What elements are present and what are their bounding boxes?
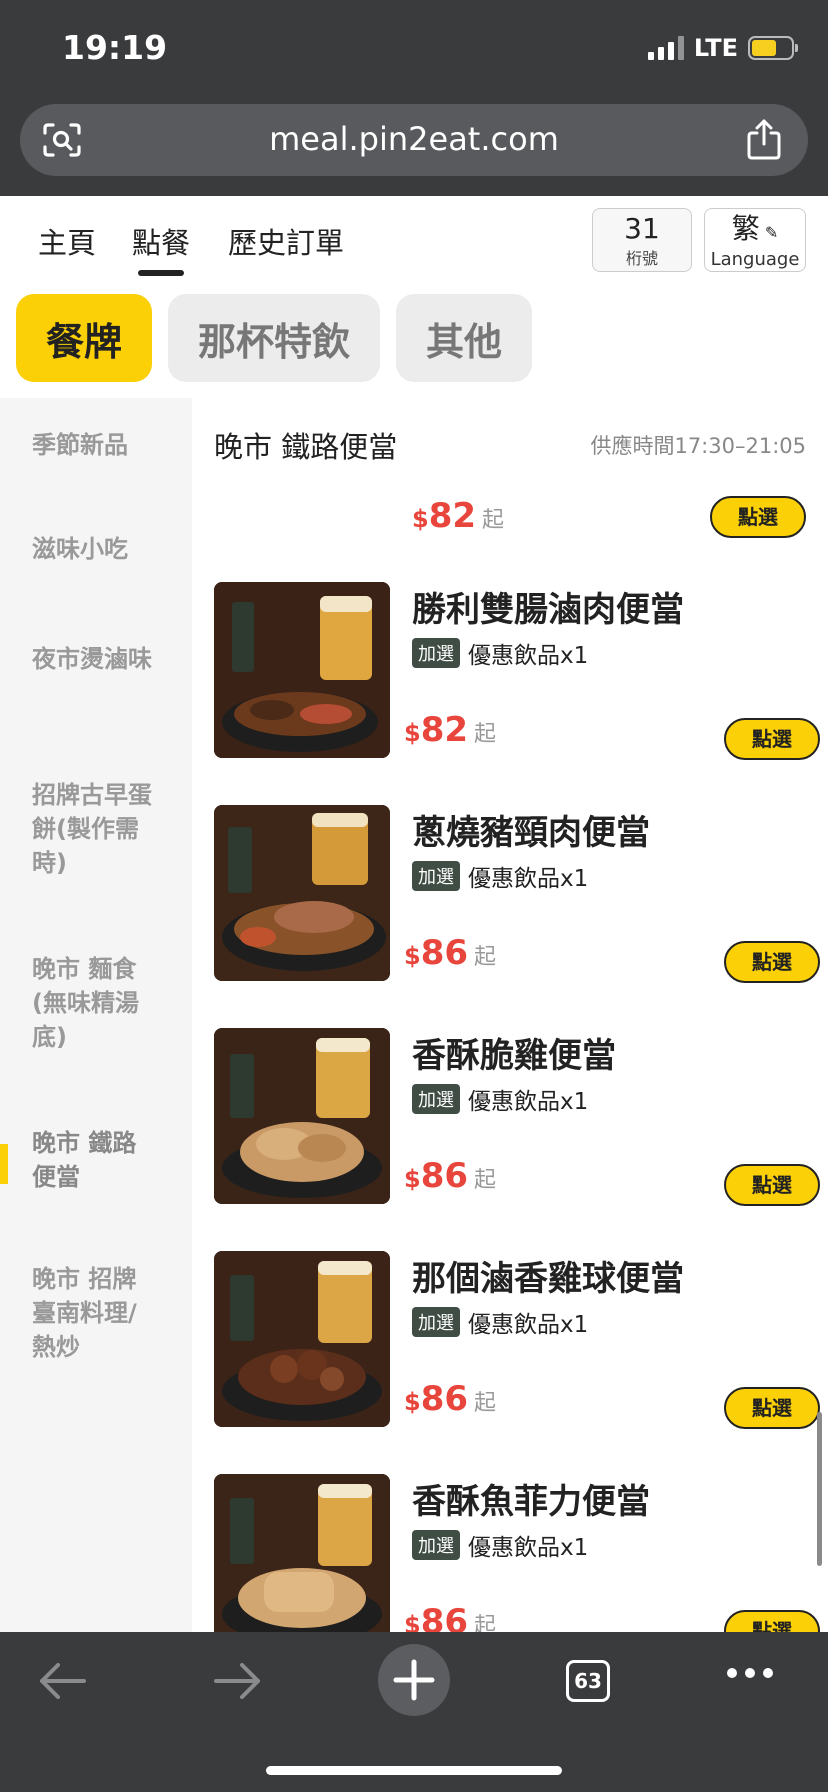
category-sidebar: 季節新品 滋味小吃 夜市燙滷味 招牌古早蛋餅(製作需時) 晚市 麵食(無味精湯底… [0,398,192,1632]
table-number-badge: 31 桁號 [592,208,692,272]
list-item[interactable]: 香酥脆雞便當 加選 優惠飲品x1 $86 起 點選 [214,1028,820,1208]
food-photo [214,1474,390,1632]
item-name: 勝利雙腸滷肉便當 [412,590,684,630]
addon-text: 優惠飲品x1 [468,1089,589,1115]
item-price: $86 起 [404,1379,497,1419]
item-addon: 加選 優惠飲品x1 [412,1305,588,1339]
addon-text: 優惠飲品x1 [468,643,589,669]
share-icon[interactable] [746,118,782,160]
sidebar-item-seasonal[interactable]: 季節新品 [32,428,152,462]
back-arrow-icon[interactable] [38,1658,88,1704]
pencil-icon: ✎ [759,223,779,242]
sidebar-item-tainan[interactable]: 晚市 招牌臺南料理/熱炒 [32,1262,152,1364]
list-item[interactable]: 勝利雙腸滷肉便當 加選 優惠飲品x1 $82 起 點選 [214,582,820,762]
select-button[interactable]: 點選 [724,718,820,760]
sidebar-item-night-market[interactable]: 夜市燙滷味 [32,642,152,676]
item-addon: 加選 優惠飲品x1 [412,1528,588,1562]
item-name: 香酥脆雞便當 [412,1036,616,1076]
sidebar-item-snacks[interactable]: 滋味小吃 [32,532,152,566]
status-time: 19:19 [62,28,168,67]
addon-text: 優惠飲品x1 [468,1535,589,1561]
sidebar-item-egg-pancake[interactable]: 招牌古早蛋餅(製作需時) [32,778,152,880]
item-price: $82 起 [404,710,497,750]
item-price: $86 起 [404,933,497,973]
food-photo [214,582,390,758]
addon-text: 優惠飲品x1 [468,1312,589,1338]
tab-switcher-button[interactable]: 63 [566,1660,610,1702]
forward-arrow-icon[interactable] [212,1658,262,1704]
plus-icon [393,1659,435,1701]
addon-tag: 加選 [412,861,460,891]
home-indicator [266,1766,562,1775]
section-title: 晚市 鐵路便當 [214,430,398,464]
item-name: 那個滷香雞球便當 [412,1259,684,1299]
signal-icon [647,36,684,60]
page-nav: 主頁 點餐 歷史訂單 31 桁號 繁 ✎ Language [0,196,828,286]
sidebar-active-indicator [0,1144,8,1184]
url-text[interactable]: meal.pin2eat.com [20,120,808,158]
list-item[interactable]: 蔥燒豬頸肉便當 加選 優惠飲品x1 $86 起 點選 [214,805,820,985]
addon-tag: 加選 [412,1307,460,1337]
category-other[interactable]: 其他 [396,294,533,382]
food-photo [214,805,390,981]
network-label: LTE [693,34,738,62]
tab-home[interactable]: 主頁 [38,220,96,262]
food-photo [214,1251,390,1427]
language-char: 繁 [731,212,760,245]
item-addon: 加選 優惠飲品x1 [412,636,588,670]
item-price: $82 起 [412,496,505,536]
select-button[interactable]: 點選 [710,496,806,538]
select-button[interactable]: 點選 [724,1610,820,1632]
addon-tag: 加選 [412,1084,460,1114]
addon-text: 優惠飲品x1 [468,866,589,892]
battery-icon [748,36,798,60]
addon-tag: 加選 [412,638,460,668]
new-tab-button[interactable] [378,1644,450,1716]
item-name: 蔥燒豬頸肉便當 [412,813,650,853]
table-number-label: 桁號 [625,249,658,268]
language-button[interactable]: 繁 ✎ Language [704,208,806,272]
browser-chrome-bottom: 63 [0,1632,828,1792]
list-item[interactable]: 香酥魚菲力便當 加選 優惠飲品x1 $86 起 點選 [214,1474,820,1632]
tab-order-history[interactable]: 歷史訂單 [228,220,344,262]
list-item[interactable]: 那個滷香雞球便當 加選 優惠飲品x1 $86 起 點選 [214,1251,820,1431]
food-photo [214,1028,390,1204]
sidebar-item-noodles[interactable]: 晚市 麵食(無味精湯底) [32,952,152,1054]
status-indicators: LTE [647,34,798,62]
more-icon[interactable] [726,1666,774,1680]
item-addon: 加選 優惠飲品x1 [412,859,588,893]
item-price: $86 起 [404,1602,497,1632]
language-label: Language [710,249,800,270]
select-button[interactable]: 點選 [724,1387,820,1429]
serving-time: 供應時間17:30–21:05 [590,434,806,458]
table-number: 31 [624,212,660,245]
item-name: 香酥魚菲力便當 [412,1482,650,1522]
category-drinks[interactable]: 那杯特飲 [168,294,381,382]
item-price: $86 起 [404,1156,497,1196]
scrollbar[interactable] [817,1412,822,1566]
select-button[interactable]: 點選 [724,941,820,983]
addon-tag: 加選 [412,1530,460,1560]
tab-order[interactable]: 點餐 [132,220,190,276]
sidebar-item-bento[interactable]: 晚市 鐵路便當 [32,1126,152,1194]
item-addon: 加選 優惠飲品x1 [412,1082,588,1116]
menu-list: 晚市 鐵路便當 供應時間17:30–21:05 $82 起 點選 勝利雙腸滷肉便當… [192,398,828,1632]
browser-chrome-top: 19:19 LTE meal.pin2eat.com [0,0,828,196]
category-menu[interactable]: 餐牌 [16,294,153,382]
select-button[interactable]: 點選 [724,1164,820,1206]
address-bar[interactable]: meal.pin2eat.com [20,104,808,176]
category-pills: 餐牌 那杯特飲 其他 [16,294,533,382]
